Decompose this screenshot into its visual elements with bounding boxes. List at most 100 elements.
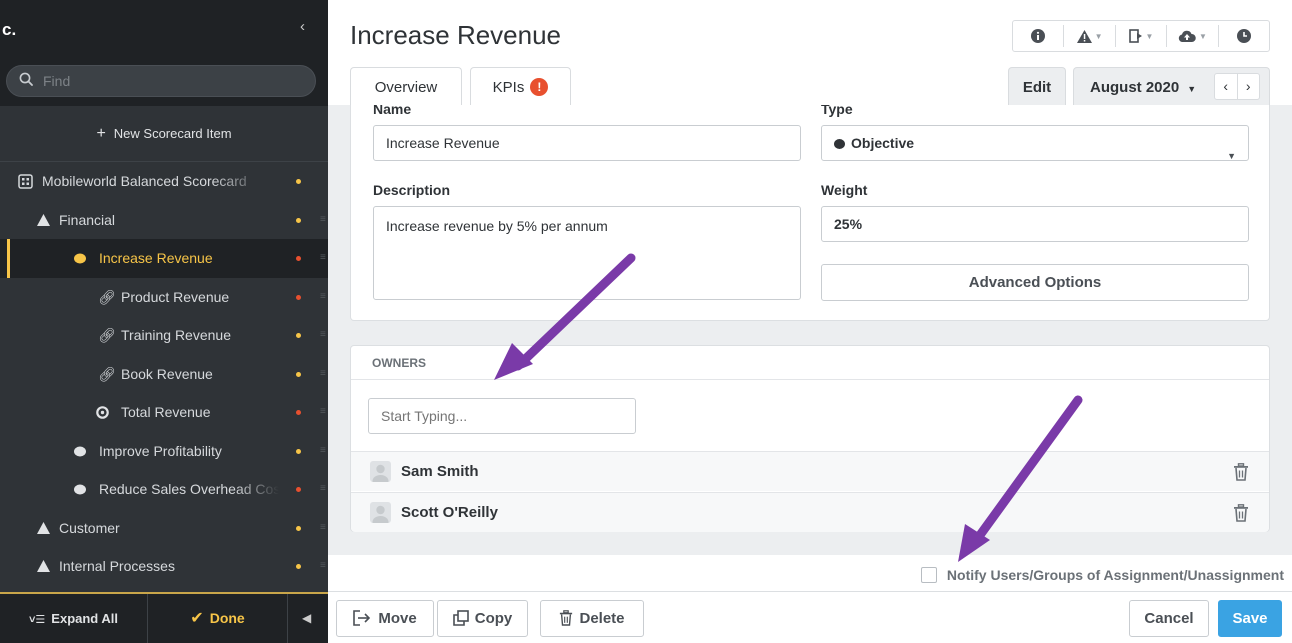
tree-item-product-revenue[interactable]: 🔗︎ Product Revenue ≡ (0, 278, 328, 317)
status-dot (296, 448, 301, 454)
drag-handle-icon[interactable]: ≡ (320, 393, 326, 432)
triangle-icon (37, 521, 50, 534)
tab-overview[interactable]: Overview (350, 67, 462, 105)
header: Increase Revenue ▼ ▼ ▼ Overview KPIs ! E… (328, 0, 1292, 105)
drag-handle-icon[interactable]: ≡ (320, 201, 326, 240)
status-dot (296, 333, 301, 338)
trash-icon (560, 610, 573, 626)
cancel-button[interactable]: Cancel (1129, 600, 1209, 637)
drag-handle-icon[interactable]: ≡ (320, 470, 326, 509)
tree-item-improve-profitability[interactable]: Improve Profitability ≡ (0, 432, 328, 471)
expand-all-button[interactable]: ˅☰ Expand All (0, 594, 148, 643)
drag-handle-icon[interactable]: ≡ (320, 316, 326, 355)
link-icon: 🔗︎ (98, 288, 116, 305)
status-dot (296, 525, 301, 531)
move-label: Move (378, 610, 417, 627)
tree-item-financial[interactable]: Financial ≡ (0, 201, 328, 240)
export-button[interactable]: ▼ (1116, 25, 1168, 47)
expand-all-icon: ˅☰ (29, 614, 46, 626)
info-icon (1031, 29, 1046, 43)
tree-item-internal-processes[interactable]: Internal Processes ≡ (0, 547, 328, 586)
info-button[interactable] (1013, 25, 1065, 47)
triangle-icon (37, 560, 50, 572)
page-title: Increase Revenue (350, 20, 562, 50)
edit-button[interactable]: Edit (1008, 67, 1066, 105)
plus-icon: + (96, 125, 106, 142)
tree-item-label: Reduce Sales Overhead Costs (99, 481, 279, 497)
footer-bar: Move Copy Delete Cancel Save (328, 591, 1292, 643)
new-scorecard-item-button[interactable]: + New Scorecard Item (0, 106, 328, 162)
alerts-button[interactable]: ▼ (1064, 25, 1116, 47)
advanced-options-button[interactable]: Advanced Options (821, 264, 1249, 301)
cloud-button[interactable]: ▼ (1167, 25, 1219, 47)
name-label: Name (373, 105, 412, 117)
sidebar-footer: ˅☰ Expand All ✔ Done ◀ (0, 592, 328, 643)
trash-icon[interactable] (1233, 463, 1249, 481)
tree-item-label: Financial (59, 211, 116, 228)
tree-item-training-revenue[interactable]: 🔗︎ Training Revenue ≡ (0, 316, 328, 355)
tree-item-label: Book Revenue (121, 365, 213, 382)
trash-icon[interactable] (1233, 504, 1249, 522)
caret-left-icon[interactable]: ◀ (302, 594, 311, 643)
collapse-sidebar-icon[interactable]: ‹ (300, 18, 305, 35)
link-icon: 🔗︎ (98, 365, 116, 382)
prev-period-button[interactable]: ‹ (1215, 74, 1238, 99)
weight-label: Weight (821, 182, 868, 198)
chevron-down-icon: ▼ (1094, 31, 1103, 41)
move-button[interactable]: Move (336, 600, 434, 637)
tree-item-mobileworld-balanced-scorecard[interactable]: Mobileworld Balanced Scorecard (0, 162, 328, 201)
scorecard-icon (18, 174, 33, 189)
drag-handle-icon[interactable]: ≡ (320, 278, 326, 317)
drag-handle-icon[interactable]: ≡ (320, 432, 326, 471)
sidebar-search[interactable] (6, 65, 316, 97)
next-period-button[interactable]: › (1238, 74, 1260, 99)
drag-handle-icon[interactable]: ≡ (320, 355, 326, 394)
chevron-down-icon: ▼ (1145, 31, 1154, 41)
period-dropdown[interactable]: August 2020 ▼ (1090, 68, 1196, 109)
kpi-target-icon (96, 406, 109, 419)
status-dot (296, 564, 301, 569)
status-dot (296, 217, 301, 223)
owner-search-input[interactable] (368, 398, 636, 434)
company-name: c. (2, 20, 17, 39)
owner-name: Sam Smith (401, 463, 479, 480)
drag-handle-icon[interactable]: ≡ (320, 509, 326, 548)
done-button[interactable]: ✔ Done (148, 594, 288, 643)
copy-icon (452, 610, 469, 626)
tree-item-book-revenue[interactable]: 🔗︎ Book Revenue ≡ (0, 355, 328, 394)
drag-handle-icon[interactable]: ≡ (320, 239, 326, 278)
chevron-down-icon: ▼ (1187, 84, 1197, 94)
weight-input[interactable]: 25% (821, 206, 1249, 242)
expand-all-label: Expand All (51, 611, 118, 626)
tree-item-increase-revenue[interactable]: Increase Revenue ≡ (0, 239, 328, 278)
tree-item-label: Internal Processes (59, 558, 175, 574)
type-select[interactable]: Objective ▼ (821, 125, 1249, 161)
description-textarea[interactable]: Increase revenue by 5% per annum (373, 206, 801, 300)
sidebar-search-area (0, 56, 328, 106)
search-icon (19, 72, 33, 86)
link-icon: 🔗︎ (98, 327, 116, 343)
copy-button[interactable]: Copy (437, 600, 528, 637)
tree-item-label: Training Revenue (121, 327, 231, 343)
name-input[interactable]: Increase Revenue (373, 125, 801, 161)
history-button[interactable] (1219, 25, 1269, 47)
objective-dot-icon (74, 484, 86, 495)
tree-item-customer[interactable]: Customer ≡ (0, 509, 328, 548)
tree-item-reduce-sales-overhead-costs[interactable]: Reduce Sales Overhead Costs ≡ (0, 470, 328, 509)
save-button[interactable]: Save (1218, 600, 1282, 637)
export-icon (1128, 29, 1142, 43)
warning-icon (1076, 29, 1092, 43)
chevron-down-icon: ▼ (1198, 31, 1207, 41)
tree-item-total-revenue[interactable]: Total Revenue ≡ (0, 393, 328, 432)
drag-handle-icon[interactable]: ≡ (320, 547, 326, 586)
avatar (370, 461, 391, 482)
delete-button[interactable]: Delete (540, 600, 644, 637)
find-input[interactable] (43, 70, 303, 92)
notify-assignment-option[interactable]: Notify Users/Groups of Assignment/Unassi… (920, 565, 1284, 585)
owner-row: Sam Smith (351, 451, 1269, 491)
notify-label: Notify Users/Groups of Assignment/Unassi… (946, 567, 1284, 583)
tab-kpis[interactable]: KPIs! (470, 67, 571, 105)
tree-item-label: Increase Revenue (99, 250, 213, 266)
notify-checkbox[interactable] (920, 567, 937, 583)
tree-item-label: Total Revenue (121, 404, 211, 420)
